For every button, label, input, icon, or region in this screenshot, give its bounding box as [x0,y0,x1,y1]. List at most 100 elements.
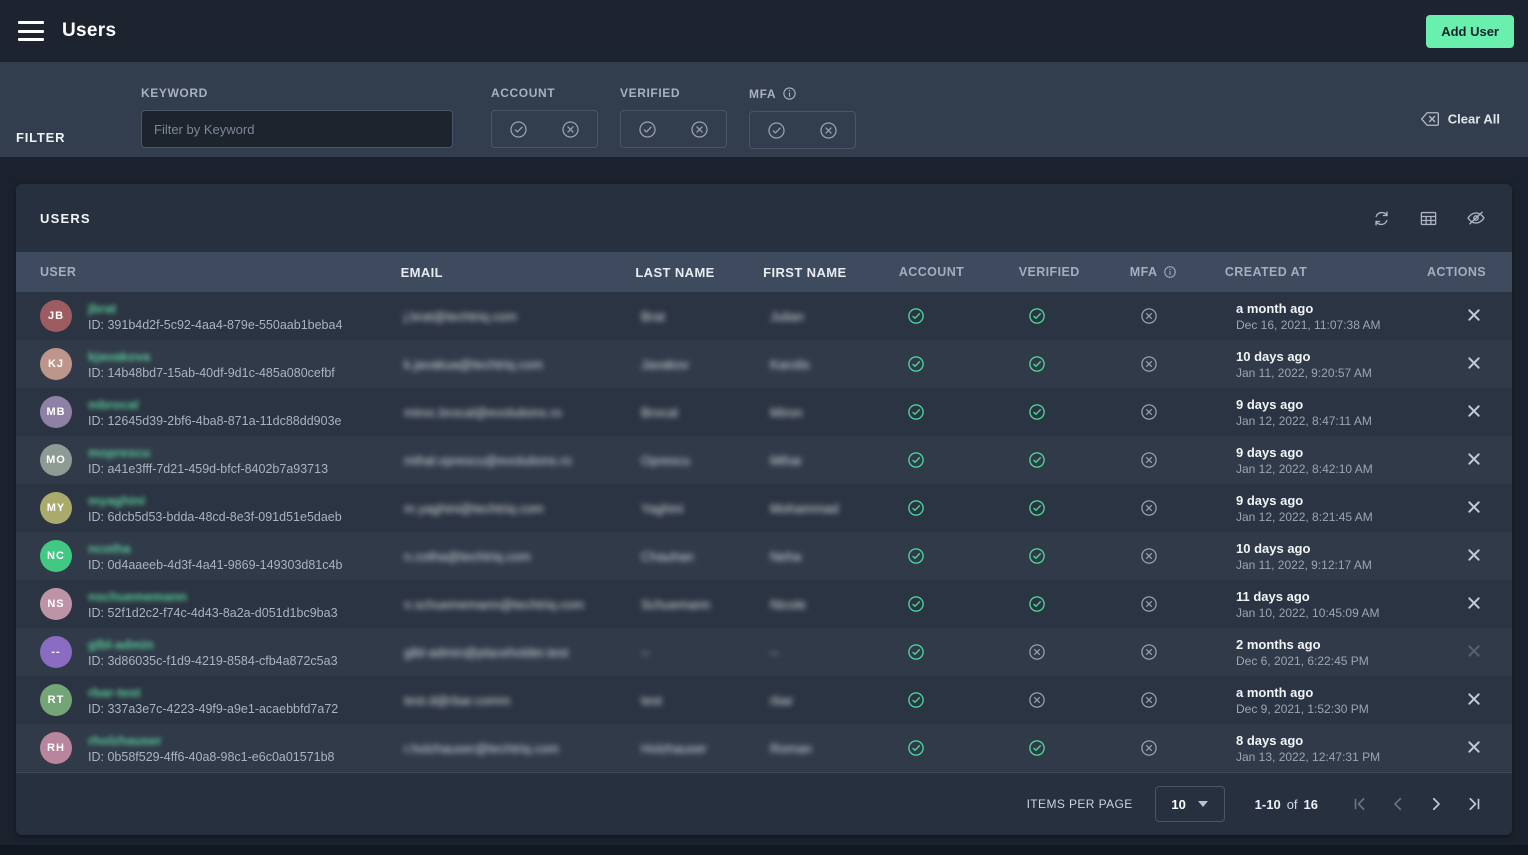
check-circle-icon [907,739,925,757]
table-row: RH rholzhauser ID: 0b58f529-4ff6-40a8-98… [16,724,1512,772]
created-absolute: Jan 12, 2022, 8:42:10 AM [1236,462,1440,476]
mfa-status-icon [1140,451,1158,469]
email-cell: mihal.oprescu@evolutions.ro [404,453,641,468]
username-link[interactable]: glbl-admin [88,637,338,652]
table-columns-button[interactable] [1417,207,1440,230]
close-icon [1466,643,1482,659]
first-name-cell: rbar [770,693,901,708]
delete-user-button[interactable] [1462,399,1486,426]
delete-user-button[interactable] [1462,495,1486,522]
verified-status-icon [1028,643,1134,661]
visibility-button[interactable] [1464,206,1488,230]
close-icon [1466,691,1482,707]
created-relative: 10 days ago [1236,541,1440,556]
keyword-label: KEYWORD [141,86,453,100]
col-first: FIRST NAME [763,265,893,280]
table-icon [1419,209,1438,228]
username-link[interactable]: kjavakova [88,349,335,364]
x-circle-icon [1140,595,1158,613]
last-page-icon [1465,795,1483,813]
table-row: MB mbrocal ID: 12645d39-2bf6-4ba8-871a-1… [16,388,1512,436]
created-relative: 9 days ago [1236,493,1440,508]
verified-filter-no-button[interactable] [688,118,711,141]
page-title: Users [62,20,116,42]
first-page-button[interactable] [1348,792,1372,816]
mfa-status-icon [1140,643,1158,661]
prev-page-button[interactable] [1386,792,1410,816]
avatar: MY [40,492,72,524]
x-circle-icon [1140,643,1158,661]
table-row: -- glbl-admin ID: 3d86035c-f1d9-4219-858… [16,628,1512,676]
x-circle-icon [1140,547,1158,565]
col-verified: VERIFIED [1013,265,1124,279]
x-circle-icon [1028,691,1046,709]
col-user: USER [40,265,401,279]
menu-icon[interactable] [18,21,44,41]
username-link[interactable]: mbrocal [88,397,341,412]
username-link[interactable]: nschuememann [88,589,338,604]
account-status-icon [907,691,1022,709]
delete-user-button[interactable] [1462,447,1486,474]
delete-user-button[interactable] [1462,303,1486,330]
chevron-down-icon [1198,801,1208,807]
email-cell: n.cotha@techtriq.com [404,549,641,564]
users-panel: USERS USER EMAIL LAST NAME FIRST NAME AC… [16,184,1512,835]
keyword-filter: KEYWORD [141,86,453,148]
first-name-cell: Julian [770,309,901,324]
last-name-cell: Holzhauser [641,741,770,756]
delete-user-button[interactable] [1462,639,1486,666]
add-user-button[interactable]: Add User [1426,15,1514,48]
username-link[interactable]: ncotha [88,541,342,556]
mfa-filter: MFA [749,86,856,149]
top-bar: Users Add User [0,0,1528,62]
x-circle-icon [1140,355,1158,373]
first-name-cell: Karolis [770,357,901,372]
avatar: NS [40,588,72,620]
last-name-cell: Brat [641,309,770,324]
last-name-cell: test [641,693,770,708]
username-link[interactable]: jbrat [88,301,342,316]
delete-user-button[interactable] [1462,543,1486,570]
x-circle-icon [690,120,709,139]
verified-status-icon [1028,547,1134,565]
delete-user-button[interactable] [1462,735,1486,762]
close-icon [1466,739,1482,755]
mfa-filter-yes-button[interactable] [765,119,788,142]
bottom-strip [0,845,1528,855]
last-page-button[interactable] [1462,792,1486,816]
check-circle-icon [907,643,925,661]
x-circle-icon [1140,691,1158,709]
mfa-filter-no-button[interactable] [817,119,840,142]
mfa-filter-label: MFA [749,87,776,101]
clear-all-button[interactable]: Clear All [1420,111,1500,128]
account-status-icon [907,739,1022,757]
account-filter-no-button[interactable] [559,118,582,141]
last-name-cell: Schuemann [641,597,770,612]
next-page-button[interactable] [1424,792,1448,816]
delete-user-button[interactable] [1462,351,1486,378]
account-filter-yes-button[interactable] [507,118,530,141]
table-row: JB jbrat ID: 391b4d2f-5c92-4aa4-879e-550… [16,292,1512,340]
username-link[interactable]: rbar-test [88,685,338,700]
account-status-icon [907,643,1022,661]
account-status-icon [907,547,1022,565]
check-circle-icon [907,499,925,517]
filter-bar: FILTER KEYWORD ACCOUNT VERIFIED MFA Clea… [0,62,1528,157]
last-name-cell: Chauhan [641,549,770,564]
delete-user-button[interactable] [1462,687,1486,714]
verified-filter-yes-button[interactable] [636,118,659,141]
page-size-select[interactable]: 10 [1155,786,1225,822]
check-circle-icon [1028,355,1046,373]
username-link[interactable]: moprescu [88,445,328,460]
account-status-icon [907,595,1022,613]
username-link[interactable]: myaghini [88,493,342,508]
user-id: ID: 0b58f529-4ff6-40a8-98c1-e6c0a01571b8 [88,750,335,764]
keyword-input[interactable] [141,110,453,148]
username-link[interactable]: rholzhauser [88,733,335,748]
created-absolute: Dec 6, 2021, 6:22:45 PM [1236,654,1440,668]
verified-filter: VERIFIED [620,86,727,148]
delete-user-button[interactable] [1462,591,1486,618]
refresh-button[interactable] [1370,207,1393,230]
table-header: USER EMAIL LAST NAME FIRST NAME ACCOUNT … [16,252,1512,292]
created-absolute: Dec 9, 2021, 1:52:30 PM [1236,702,1440,716]
